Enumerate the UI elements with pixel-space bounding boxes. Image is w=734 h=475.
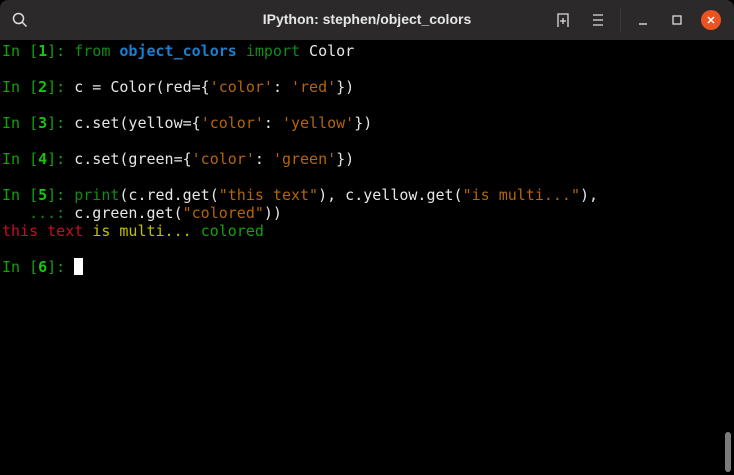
prompt-number: 3 [38,114,48,132]
code-token: (c.red.get( [119,186,219,204]
cursor [74,258,84,275]
code-token: }) [336,78,355,96]
close-button[interactable] [701,10,721,30]
prompt-number: 6 [38,258,48,276]
code-token: from [74,42,111,60]
maximize-icon[interactable] [667,10,687,30]
code-token: "this text" [218,186,319,204]
terminal-line: In [1]: from object_colors import Color [2,42,598,60]
prompt: ]: [47,114,75,132]
code-token: import [245,42,301,60]
code-token: 'color' [191,150,255,168]
prompt: ]: [47,78,75,96]
code-token: 'green' [272,150,337,168]
code-token: "colored" [182,204,264,222]
code-token: 'color' [209,78,273,96]
terminal-line: In [2]: c = Color(red={'color': 'red'}) [2,78,598,96]
terminal-line: In [3]: c.set(yellow={'color': 'yellow'}… [2,114,598,132]
terminal-output[interactable]: In [1]: from object_colors import Color I… [2,42,598,276]
code-token: c.set(yellow={ [74,114,201,132]
minimize-icon[interactable] [633,10,653,30]
terminal-line: In [4]: c.set(green={'color': 'green'}) [2,150,598,168]
code-token: : [254,150,273,168]
prompt-number: 2 [38,78,48,96]
terminal-line: ...: c.green.get("colored")) [2,204,598,222]
code-token: colored [200,222,264,240]
code-token: 'yellow' [281,114,355,132]
prompt-number: 1 [38,42,48,60]
prompt: ]: [47,42,75,60]
prompt: In [ [2,258,39,276]
divider [620,8,621,32]
prompt: In [ [2,150,39,168]
code-token: }) [336,150,355,168]
code-token: }) [354,114,373,132]
code-token: is multi... [92,222,192,240]
code-token: 'color' [200,114,264,132]
new-tab-icon[interactable] [554,10,574,30]
code-token: 'red' [291,78,337,96]
code-token: Color [300,42,355,60]
code-token: this text [2,222,84,240]
prompt: In [ [2,42,39,60]
scrollbar[interactable] [725,432,731,472]
prompt: In [ [2,78,39,96]
code-token: c.set(green={ [74,150,192,168]
code-token: : [263,114,282,132]
close-icon [707,16,715,24]
code-token: object_colors [119,42,237,60]
code-token: c.green.get( [74,204,183,222]
terminal-line: In [6]: [2,258,598,276]
window-title: IPython: stephen/object_colors [262,11,472,27]
code-token: )) [263,204,282,222]
prompt-number: 5 [38,186,48,204]
prompt: ]: [47,150,75,168]
prompt: In [ [2,114,39,132]
prompt: ]: [47,258,75,276]
terminal-line: In [5]: print(c.red.get("this text"), c.… [2,186,598,204]
prompt: In [ [2,186,39,204]
code-token: ), c.yellow.get( [318,186,463,204]
title-bar: IPython: stephen/object_colors [0,0,734,40]
code-token: "is multi..." [462,186,580,204]
terminal-line: this text is multi... colored [2,222,598,240]
prompt: ...: [2,204,75,222]
code-token: print [74,186,120,204]
code-token: : [272,78,291,96]
prompt: ]: [47,186,75,204]
code-token: ), [580,186,599,204]
code-token: c = Color(red={ [74,78,210,96]
prompt-number: 4 [38,150,48,168]
menu-icon[interactable] [588,10,608,30]
